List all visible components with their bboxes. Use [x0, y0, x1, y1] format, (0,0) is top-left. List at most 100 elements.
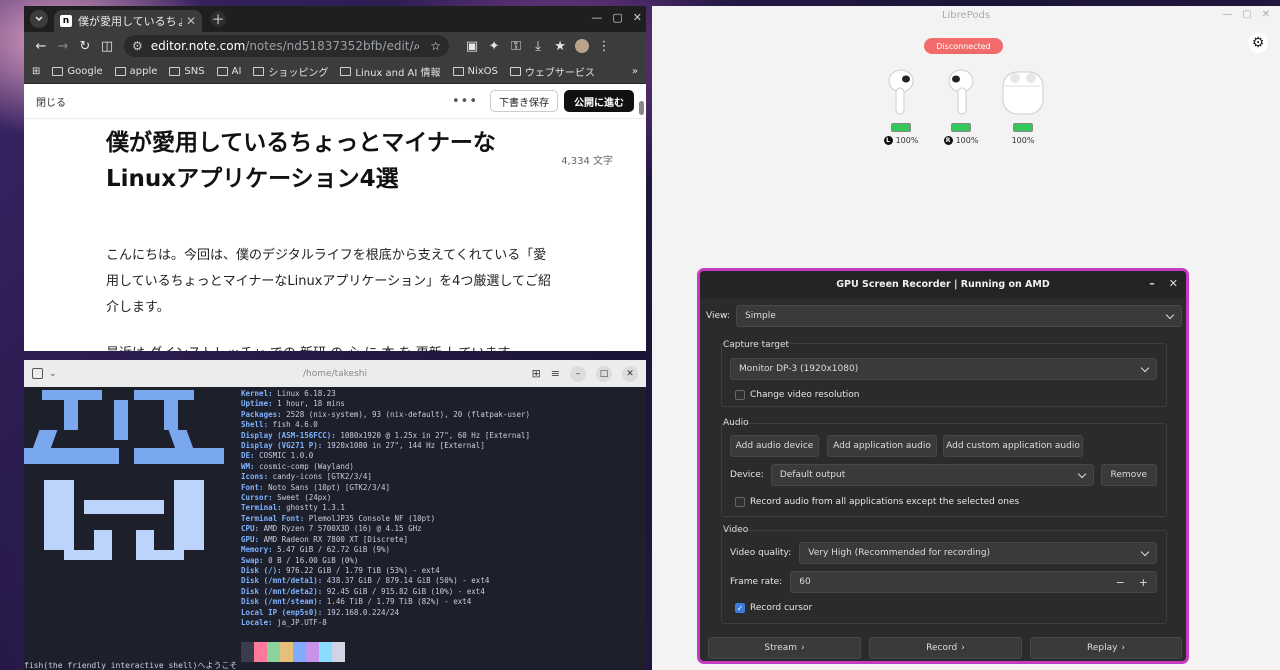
reload-icon[interactable]: ↻ — [74, 39, 96, 54]
address-bar[interactable]: ⚙ editor.note.com/notes/nd51837352bfb/ed… — [124, 35, 450, 57]
close-icon[interactable]: ✕ — [1262, 9, 1270, 20]
article-paragraph[interactable]: 最近は ダインストレッチャ での 新研 の 心 に 本 を 更新 しています。 — [106, 341, 558, 351]
tab-search-button[interactable] — [30, 10, 48, 28]
add-custom-application-audio-button[interactable]: Add custom application audio — [943, 435, 1083, 457]
checkbox[interactable] — [735, 390, 745, 400]
replay-button[interactable]: Replay › — [1030, 637, 1182, 659]
fastfetch-value: 1080x1920 @ 1.25x in 27", 60 Hz [Externa… — [340, 430, 530, 440]
charging-case: 100% — [998, 68, 1048, 145]
settings-gear-icon[interactable]: ⚙ — [1248, 33, 1268, 53]
left-earbud: L 100% — [876, 68, 926, 145]
battery-indicator — [891, 123, 911, 132]
minimize-icon[interactable]: – — [1149, 277, 1155, 290]
fastfetch-line: Locale: ja_JP.UTF-8 — [241, 618, 530, 628]
chevron-down-icon[interactable]: ⌄ — [49, 369, 57, 379]
fastfetch-line: Terminal: ghostty 1.3.1 — [241, 503, 530, 513]
fastfetch-key: Shell: — [241, 420, 273, 430]
decrement-icon[interactable]: − — [1116, 576, 1125, 589]
close-icon[interactable]: ✕ — [622, 365, 638, 382]
bookmark-folder[interactable]: Linux and AI 情報 — [340, 64, 441, 79]
capture-target-dropdown[interactable]: Monitor DP-3 (1920x1080) — [730, 358, 1157, 380]
more-bookmarks-button[interactable]: » — [632, 66, 638, 77]
add-audio-device-button[interactable]: Add audio device — [730, 435, 819, 457]
close-tab-icon[interactable]: ✕ — [186, 14, 196, 28]
save-draft-button[interactable]: 下書き保存 — [490, 90, 558, 112]
remove-button[interactable]: Remove — [1100, 464, 1157, 486]
fastfetch-key: WM: — [241, 461, 260, 471]
publish-button[interactable]: 公開に進む — [564, 90, 634, 112]
new-tab-icon[interactable] — [32, 368, 43, 379]
back-icon[interactable]: ← — [30, 39, 52, 54]
close-editor-link[interactable]: 閉じる — [36, 94, 66, 109]
article-title[interactable]: 僕が愛用しているちょっとマイナーなLinuxアプリケーション4選 — [106, 125, 558, 197]
extensions-icon[interactable]: ✦ — [483, 39, 505, 54]
grid-icon[interactable]: ⊞ — [532, 367, 541, 380]
fastfetch-key: Cursor: — [241, 493, 278, 503]
bookmark-folder[interactable]: apple — [114, 66, 157, 77]
fastfetch-key: Disk (/mnt/steam): — [241, 597, 327, 607]
fastfetch-key: Disk (/mnt/deta1): — [241, 576, 327, 586]
minimize-icon[interactable]: — — [591, 11, 602, 24]
maximize-icon[interactable]: □ — [596, 365, 612, 382]
fastfetch-line: Disk (/mnt/deta1): 438.37 GiB / 879.14 G… — [241, 576, 530, 586]
article-paragraph[interactable]: こんにちは。今回は、僕のデジタルライフを根底から支えてくれている「愛用しているち… — [106, 243, 558, 321]
close-icon[interactable]: ✕ — [633, 11, 642, 24]
minimize-icon[interactable]: — — [1222, 9, 1232, 20]
tab-strip: n 僕が愛用しているちょっとマ ✕ + — ▢ ✕ — [24, 6, 646, 32]
folder-icon — [114, 67, 126, 76]
bookmark-folder[interactable]: SNS — [169, 66, 205, 77]
folder-icon — [253, 67, 265, 76]
maximize-icon[interactable]: ▢ — [1242, 9, 1251, 20]
fastfetch-line: Terminal Font: PlemolJP35 Console NF (10… — [241, 514, 530, 524]
bookmark-folder[interactable]: AI — [216, 66, 241, 77]
add-application-audio-button[interactable]: Add application audio — [827, 435, 937, 457]
bookmark-folder[interactable]: ウェブサービス — [509, 64, 595, 79]
bookmark-folder[interactable]: NixOS — [452, 66, 498, 77]
record-button[interactable]: Record › — [869, 637, 1022, 659]
zoom-icon[interactable]: ⌕ — [414, 39, 421, 54]
download-icon[interactable]: ⤓ — [527, 39, 549, 54]
view-dropdown[interactable]: Simple — [736, 305, 1182, 327]
increment-icon[interactable]: + — [1139, 576, 1148, 589]
checkbox[interactable] — [735, 497, 745, 507]
frame-rate-spinbox[interactable]: 60 − + — [790, 571, 1157, 593]
hamburger-icon[interactable]: ≡ — [551, 367, 560, 380]
bookmark-folder[interactable]: Google — [52, 66, 103, 77]
checkbox-checked[interactable]: ✓ — [735, 603, 745, 613]
fastfetch-value: 1920x1080 in 27", 144 Hz [External] — [326, 441, 485, 451]
bookmark-folder[interactable]: ショッピング — [253, 64, 328, 79]
maximize-icon[interactable]: ▢ — [612, 11, 622, 24]
bookmarks-icon[interactable]: ★ — [549, 39, 571, 54]
site-settings-icon[interactable]: ⚙ — [132, 39, 143, 53]
record-cursor-checkbox[interactable]: ✓ Record cursor — [735, 603, 812, 613]
profile-avatar[interactable] — [571, 39, 593, 53]
stream-button[interactable]: Stream › — [708, 637, 861, 659]
fastfetch-key: Font: — [241, 482, 269, 492]
folder-icon — [216, 67, 228, 76]
minimize-icon[interactable]: – — [570, 365, 586, 382]
screenshot-icon[interactable]: ▣ — [461, 39, 483, 54]
right-earbud: R 100% — [936, 68, 986, 145]
device-dropdown[interactable]: Default output — [770, 464, 1094, 486]
record-all-apps-checkbox[interactable]: Record audio from all applications excep… — [735, 497, 1019, 507]
password-key-icon[interactable]: ⚿ — [505, 39, 527, 54]
video-quality-dropdown[interactable]: Very High (Recommended for recording) — [799, 542, 1157, 564]
folder-icon — [509, 67, 521, 76]
editor-body[interactable]: 僕が愛用しているちょっとマイナーなLinuxアプリケーション4選 4,334 文… — [24, 125, 646, 351]
change-resolution-checkbox[interactable]: Change video resolution — [735, 390, 859, 400]
fastfetch-value: fish 4.6.0 — [272, 420, 318, 430]
more-options-button[interactable]: ••• — [452, 94, 478, 109]
gsr-header: GPU Screen Recorder | Running on AMD – ✕ — [700, 271, 1186, 298]
bookmark-star-icon[interactable]: ☆ — [430, 39, 441, 53]
close-icon[interactable]: ✕ — [1169, 277, 1178, 290]
tab-note-editor[interactable]: n 僕が愛用しているちょっとマ ✕ — [54, 10, 202, 32]
fastfetch-line: Swap: 0 B / 16.00 GiB (0%) — [241, 556, 530, 566]
browser-toolbar: ← → ↻ ◫ ⚙ editor.note.com/notes/nd518373… — [24, 32, 646, 60]
forward-icon[interactable]: → — [52, 39, 74, 54]
scrollbar[interactable] — [639, 101, 644, 115]
new-tab-button[interactable]: + — [210, 10, 226, 28]
fastfetch-value: 976.22 GiB / 1.79 TiB (53%) - ext4 — [286, 565, 440, 575]
browser-menu-icon[interactable]: ⋮ — [593, 39, 615, 54]
split-view-icon[interactable]: ◫ — [96, 39, 118, 54]
apps-grid-icon[interactable]: ⊞ — [32, 66, 40, 77]
